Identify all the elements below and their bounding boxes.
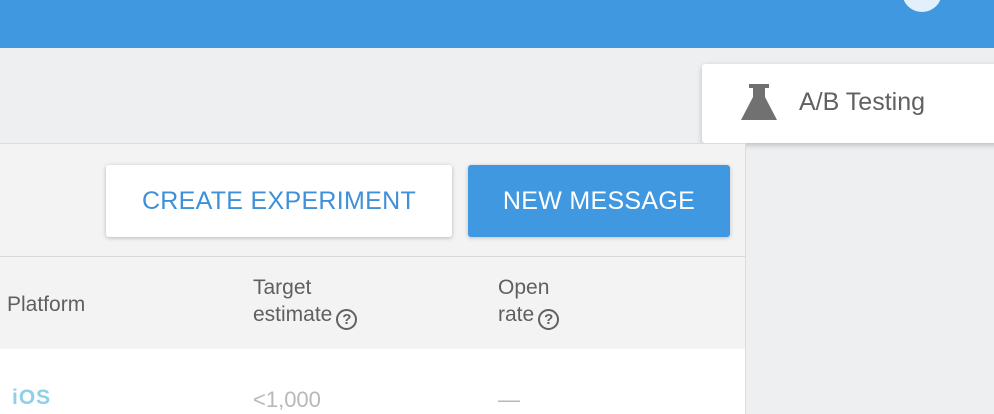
ab-testing-popup[interactable]: A/B Testing	[702, 64, 994, 143]
column-header-open-line1: Open	[498, 276, 550, 299]
table-header: Platform Target estimate? Open rate?	[0, 256, 745, 350]
column-header-target-estimate[interactable]: Target estimate?	[253, 274, 358, 330]
column-header-open-line2: rate	[498, 303, 535, 326]
create-experiment-button[interactable]: CREATE EXPERIMENT	[106, 165, 452, 237]
column-header-target-line1: Target	[253, 276, 312, 299]
help-icon[interactable]: ?	[902, 0, 942, 12]
top-app-bar: ?	[0, 0, 994, 48]
column-header-platform-label: Platform	[7, 293, 86, 316]
table-row[interactable]: iOS <1,000 —	[0, 349, 745, 414]
ab-testing-label: A/B Testing	[799, 88, 926, 116]
column-header-open-rate[interactable]: Open rate?	[498, 274, 560, 330]
flask-icon	[741, 84, 777, 120]
new-message-button[interactable]: NEW MESSAGE	[468, 165, 730, 237]
help-circle-icon[interactable]: ?	[538, 309, 560, 330]
platform-ios-badge: iOS	[12, 386, 52, 409]
open-rate-value: —	[498, 387, 520, 412]
column-header-target-line2: estimate	[253, 303, 333, 326]
help-circle-icon[interactable]: ?	[336, 309, 358, 330]
column-header-platform[interactable]: Platform	[7, 291, 85, 318]
target-estimate-value: <1,000	[253, 387, 321, 412]
